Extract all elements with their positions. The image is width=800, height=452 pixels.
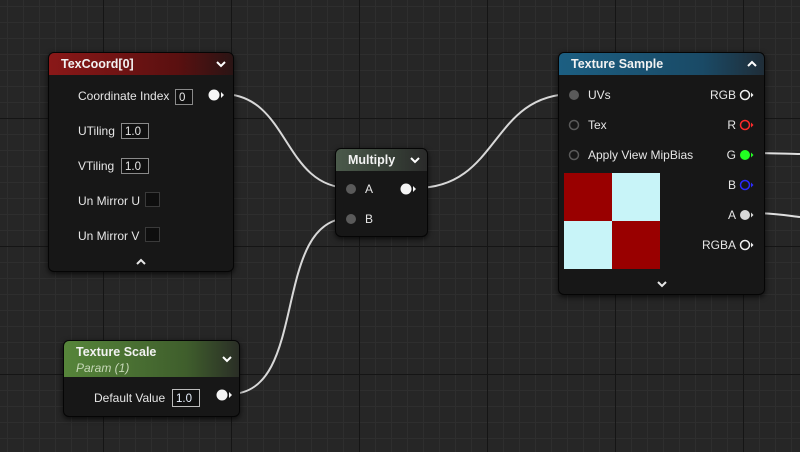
tex-input-label: Tex [588,118,607,132]
node-title: Texture Sample [571,57,664,71]
mipbias-input-label: Apply View MipBias [588,148,694,162]
vtiling-field[interactable]: 1.0 [121,158,149,174]
texture-sample-node[interactable]: Texture Sample UVs Tex Apply View MipBia… [558,52,765,295]
wire-multiply-to-uvs [415,93,574,189]
checker-cell-cyan [612,173,660,221]
checker-cell-red [564,173,612,221]
chevron-down-icon[interactable] [215,58,227,70]
r-output-pin[interactable] [739,118,757,132]
unmirror-v-checkbox[interactable] [145,227,160,242]
texture-preview [564,173,660,269]
texture-sample-header[interactable]: Texture Sample [559,53,764,75]
mipbias-input-pin[interactable] [567,148,583,162]
chevron-up-icon[interactable] [746,58,758,70]
uvs-input-label: UVs [588,88,611,102]
multiply-input-b-label: B [365,212,374,226]
utiling-label: UTiling [78,124,115,138]
texture-scale-header[interactable]: Texture Scale Param (1) [64,341,239,377]
texcoord-output-pin[interactable] [207,88,227,102]
a-output-pin[interactable] [739,208,757,222]
checker-cell-red [612,221,660,269]
b-output-pin[interactable] [739,178,757,192]
texture-scale-node[interactable]: Texture Scale Param (1) Default Value 1.… [63,340,240,417]
g-output-label: G [726,148,736,162]
multiply-header[interactable]: Multiply [336,149,427,171]
multiply-output-pin[interactable] [399,182,419,196]
chevron-down-icon[interactable] [221,353,233,365]
default-value-label: Default Value [94,391,166,405]
node-title: Texture Scale [76,345,157,359]
node-title: TexCoord[0] [61,57,134,71]
node-title: Multiply [348,153,396,167]
b-output-label: B [727,178,736,192]
a-output-label: A [727,208,736,222]
uvs-input-pin[interactable] [567,88,583,102]
rgb-output-label: RGB [709,88,736,102]
wire-texcoord-to-multiply-a [221,93,351,189]
chevron-up-icon[interactable] [135,256,147,266]
tex-input-pin[interactable] [567,118,583,132]
node-subtitle: Param (1) [76,361,130,375]
rgba-output-label: RGBA [701,238,736,252]
coordinate-index-label: Coordinate Index [78,89,170,103]
unmirror-u-label: Un Mirror U [78,194,140,208]
unmirror-v-label: Un Mirror V [78,229,140,243]
texcoord-header[interactable]: TexCoord[0] [49,53,233,75]
wire-scale-to-multiply-b [229,217,351,395]
rgba-output-pin[interactable] [739,238,757,252]
vtiling-label: VTiling [78,159,115,173]
texcoord-node[interactable]: TexCoord[0] Coordinate Index 0 UTiling 1… [48,52,234,272]
multiply-input-b-pin[interactable] [344,212,360,226]
coordinate-index-field[interactable]: 0 [175,89,193,105]
chevron-down-icon[interactable] [409,154,421,166]
r-output-label: R [727,118,736,132]
g-output-pin[interactable] [739,148,757,162]
utiling-field[interactable]: 1.0 [121,123,149,139]
multiply-node[interactable]: Multiply A B [335,148,428,237]
chevron-down-icon[interactable] [656,279,668,289]
checker-cell-cyan [564,221,612,269]
rgb-output-pin[interactable] [739,88,757,102]
multiply-input-a-label: A [365,182,374,196]
multiply-input-a-pin[interactable] [344,182,360,196]
texture-scale-output-pin[interactable] [215,388,235,402]
unmirror-u-checkbox[interactable] [145,192,160,207]
default-value-field[interactable]: 1.0 [172,389,200,407]
